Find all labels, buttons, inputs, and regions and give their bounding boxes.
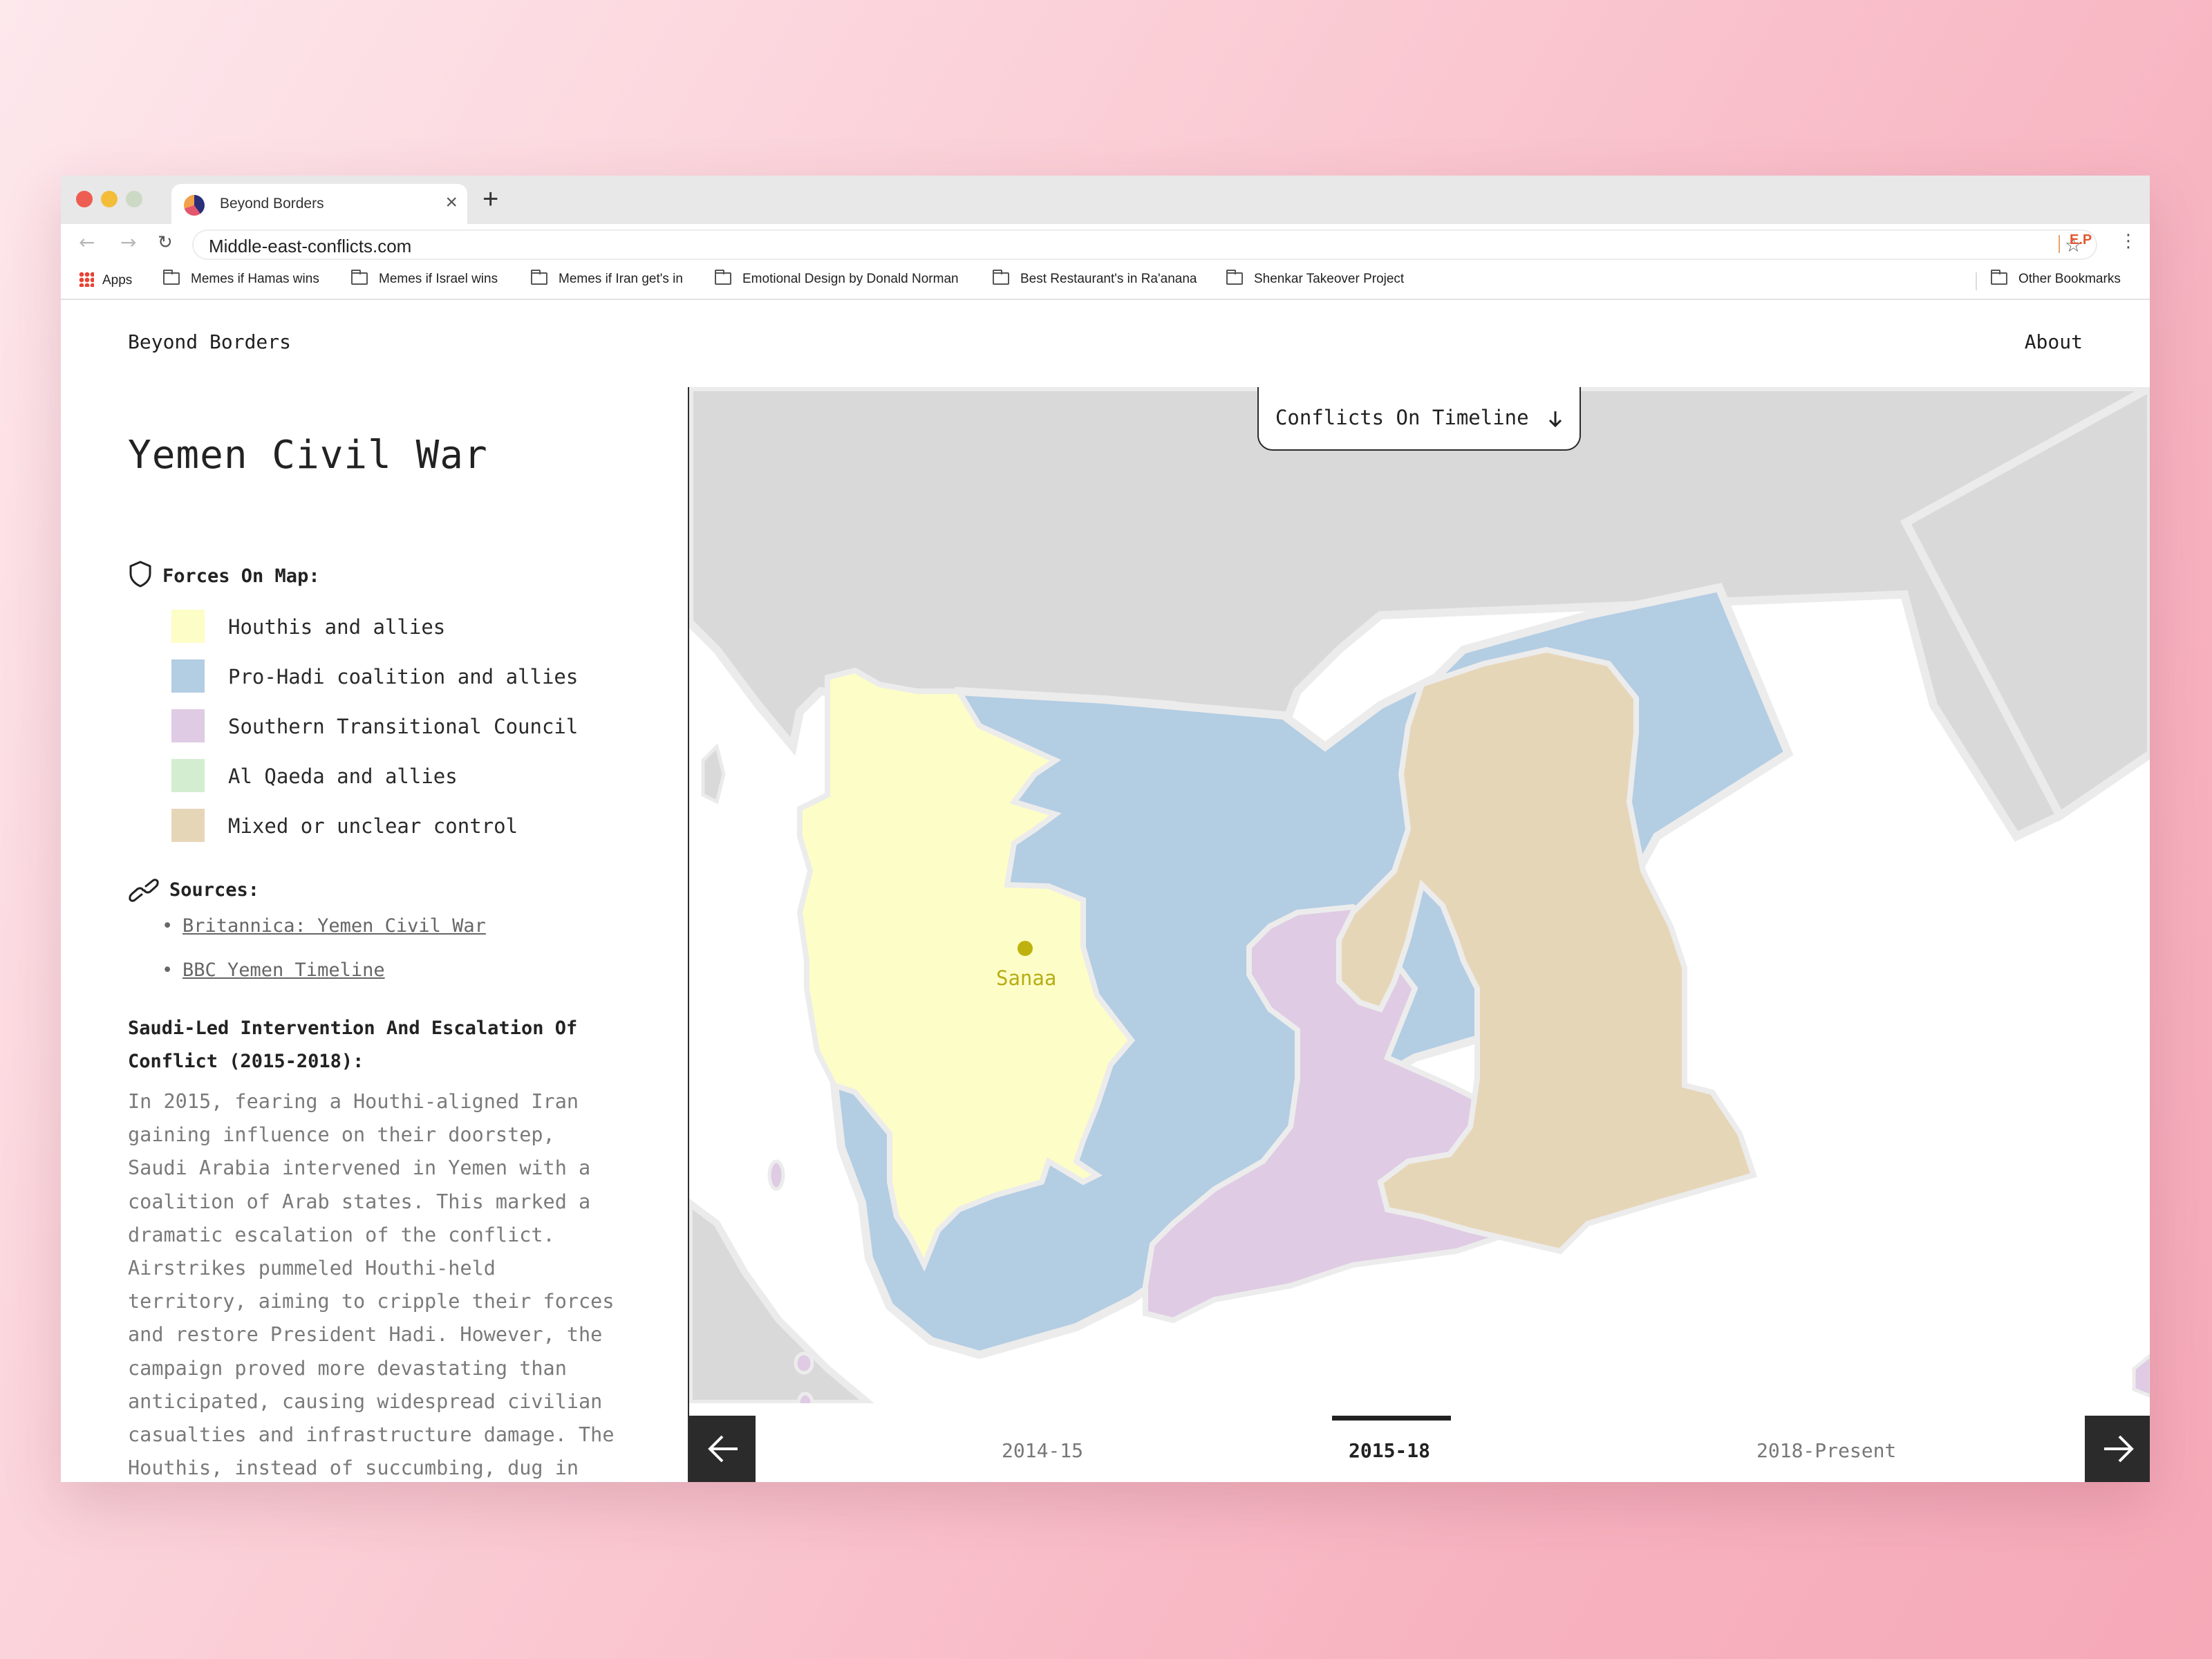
toolbar-divider — [2059, 235, 2060, 253]
nav-about-link[interactable]: About — [2025, 330, 2083, 353]
folder-icon — [531, 270, 547, 285]
bookmarks-divider — [1976, 272, 1977, 290]
period-tab-2014-15[interactable]: 2014-15 — [1002, 1439, 1083, 1462]
sources-heading: Sources: — [128, 877, 259, 904]
site-favicon-icon — [184, 195, 205, 216]
folder-icon — [351, 270, 368, 285]
bookmark-apps[interactable]: Apps — [79, 272, 132, 288]
browser-window: Beyond Borders × + ← → ↻ Middle-east-con… — [61, 176, 2150, 1482]
legend-label: Pro-Hadi coalition and allies — [228, 665, 579, 688]
reload-icon[interactable]: ↻ — [158, 232, 173, 253]
legend-label: Houthis and allies — [228, 615, 446, 639]
new-tab-button[interactable]: + — [482, 185, 498, 213]
folder-icon — [1991, 270, 2007, 285]
forward-arrow-icon[interactable]: → — [120, 232, 136, 253]
site-header: Beyond Borders About — [61, 300, 2150, 387]
folder-icon — [993, 270, 1009, 285]
legend-swatch — [171, 659, 205, 693]
bookmark-item[interactable]: Memes if Israel wins — [351, 270, 498, 287]
bookmark-item[interactable]: Memes if Hamas wins — [163, 270, 319, 287]
info-sidebar: Yemen Civil War Forces On Map: Houthis a… — [61, 387, 688, 1482]
back-arrow-icon[interactable]: ← — [79, 232, 95, 253]
tab-title: Beyond Borders — [220, 196, 324, 212]
bookmarks-bar: Apps Memes if Hamas wins Memes if Israel… — [61, 264, 2150, 300]
forces-heading: Forces On Map: — [128, 560, 320, 588]
legend-label: Al Qaeda and allies — [228, 765, 458, 788]
conflicts-timeline-button[interactable]: Conflicts On Timeline — [1257, 387, 1581, 451]
source-link-britannica[interactable]: • Britannica: Yemen Civil War — [162, 915, 486, 937]
minimize-window-button[interactable] — [101, 191, 118, 207]
active-period-indicator — [1332, 1416, 1451, 1421]
island — [701, 743, 726, 805]
page-title: Yemen Civil War — [128, 433, 488, 478]
timeline-bar: 2014-15 2015-18 2018-Present — [689, 1403, 2150, 1482]
island — [794, 1351, 814, 1375]
section-body-text: In 2015, fearing a Houthi-aligned Iran g… — [128, 1090, 615, 1480]
sanaa-marker — [1018, 941, 1033, 956]
legend-swatch — [171, 610, 205, 643]
tab-close-icon[interactable]: × — [445, 191, 458, 214]
city-label-sanaa: Sanaa — [996, 966, 1057, 990]
next-period-button[interactable] — [2085, 1416, 2150, 1482]
prev-period-button[interactable] — [689, 1416, 756, 1482]
address-bar[interactable]: Middle-east-conflicts.com ☆ — [192, 229, 2097, 260]
menu-kebab-icon[interactable]: ⋮ — [2119, 231, 2137, 252]
section-heading: Saudi-Led Intervention And Escalation Of… — [128, 1018, 578, 1072]
socotra-edge — [2132, 1353, 2150, 1398]
bookmark-item[interactable]: Shenkar Takeover Project — [1226, 270, 1404, 287]
africa-coast-region — [689, 1198, 879, 1407]
conflict-map[interactable]: Conflicts On Timeline Sanaa 2014-15 2015… — [688, 387, 2150, 1482]
legend-swatch — [171, 759, 205, 792]
legend-label: Mixed or unclear control — [228, 814, 518, 838]
legend-label: Southern Transitional Council — [228, 715, 579, 738]
link-icon — [129, 879, 159, 902]
browser-toolbar: ← → ↻ Middle-east-conflicts.com ☆ E.P ⋮ — [61, 224, 2150, 264]
profile-avatar[interactable]: E.P — [2070, 232, 2092, 248]
island — [767, 1159, 785, 1191]
close-window-button[interactable] — [76, 191, 93, 207]
legend-swatch — [171, 709, 205, 742]
bookmark-item[interactable]: Best Restaurant's in Ra'anana — [993, 270, 1197, 287]
arrow-down-icon — [1549, 411, 1562, 428]
arrow-right-icon — [2104, 1435, 2134, 1463]
period-tab-2018-present[interactable]: 2018-Present — [1756, 1439, 1896, 1462]
url-text[interactable]: Middle-east-conflicts.com — [209, 236, 411, 257]
apps-grid-icon — [79, 272, 94, 287]
legend-swatch — [171, 809, 205, 842]
folder-icon — [715, 270, 731, 285]
period-tab-2015-18[interactable]: 2015-18 — [1349, 1439, 1430, 1462]
shield-icon — [129, 561, 151, 588]
source-link-bbc[interactable]: • BBC Yemen Timeline — [162, 959, 385, 981]
other-bookmarks[interactable]: Other Bookmarks — [1991, 270, 2121, 287]
bookmark-item[interactable]: Emotional Design by Donald Norman — [715, 270, 959, 287]
folder-icon — [163, 270, 180, 285]
tab-strip: Beyond Borders × + — [61, 176, 2150, 224]
bookmark-item[interactable]: Memes if Iran get's in — [531, 270, 683, 287]
arrow-left-icon — [708, 1435, 738, 1463]
folder-icon — [1226, 270, 1243, 285]
site-logo[interactable]: Beyond Borders — [128, 330, 291, 353]
yemen-map — [689, 387, 2150, 1415]
maximize-window-button[interactable] — [126, 191, 142, 207]
browser-tab[interactable]: Beyond Borders × — [171, 184, 467, 224]
